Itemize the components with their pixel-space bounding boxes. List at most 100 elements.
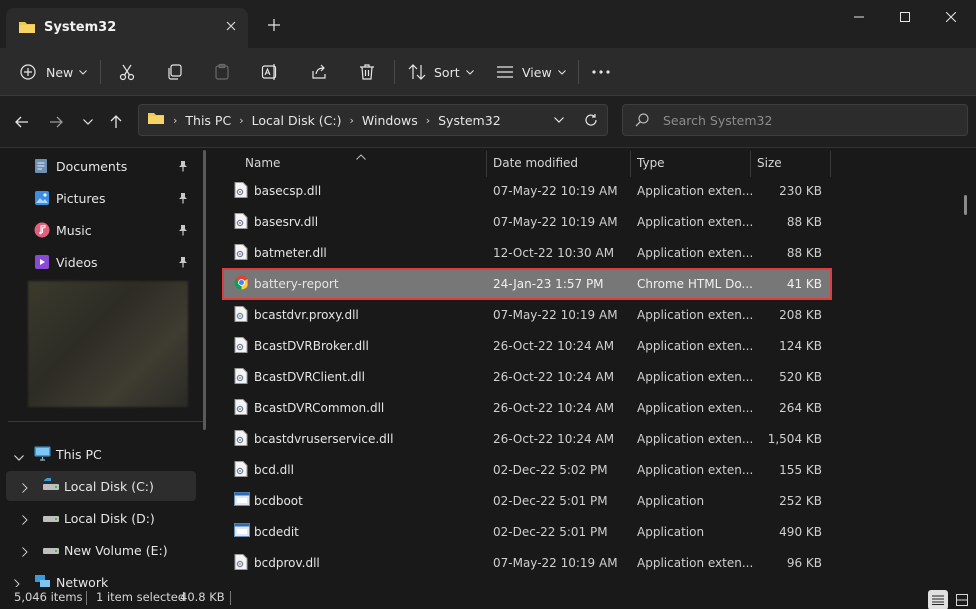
pin-icon[interactable] <box>178 192 188 207</box>
table-row[interactable]: bcdboot 02-Dec-22 5:01 PM Application 252 K… <box>224 485 830 516</box>
file-date-modified: 02-Dec-22 5:01 PM <box>493 525 608 539</box>
breadcrumb-windows[interactable]: Windows <box>362 113 418 128</box>
column-header-type[interactable]: Type <box>637 149 665 177</box>
rename-button[interactable] <box>261 56 279 88</box>
file-size: 88 KB <box>786 246 822 260</box>
chevron-right-icon[interactable]: › <box>239 114 243 127</box>
column-header-size[interactable]: Size <box>757 149 782 177</box>
close-window-icon[interactable] <box>928 0 974 34</box>
chevron-right-icon[interactable] <box>22 545 28 560</box>
sort-button[interactable]: Sort <box>408 56 474 88</box>
more-button[interactable] <box>592 56 610 88</box>
details-view-icon[interactable] <box>928 590 948 609</box>
table-row[interactable]: bcastdvruserservice.dll 26-Oct-22 10:24 A… <box>224 423 830 454</box>
file-name: bcdedit <box>254 525 299 539</box>
sidebar-item-this-pc[interactable]: This PC <box>6 439 196 469</box>
sidebar-item-pictures[interactable]: Pictures <box>6 183 196 213</box>
refresh-icon[interactable] <box>579 109 603 131</box>
plus-icon[interactable] <box>262 13 286 37</box>
forward-arrow-icon[interactable] <box>44 110 68 134</box>
search-icon <box>635 113 649 130</box>
pin-icon[interactable] <box>178 224 188 239</box>
back-arrow-icon[interactable] <box>10 110 34 134</box>
share-button[interactable] <box>310 56 328 88</box>
item-count: 5,046 items <box>14 590 83 604</box>
paste-button[interactable] <box>213 56 231 88</box>
title-bar: System32 <box>0 0 976 48</box>
new-button[interactable]: New <box>20 56 88 88</box>
maximize-icon[interactable] <box>882 0 928 34</box>
file-date-modified: 26-Oct-22 10:24 AM <box>493 432 615 446</box>
file-name: bcastdvr.proxy.dll <box>254 308 359 322</box>
chevron-right-icon[interactable]: › <box>350 114 354 127</box>
file-list: Name Date modified Type Size basecsp.dll… <box>212 149 976 587</box>
chevron-right-icon[interactable] <box>14 577 20 587</box>
table-row[interactable]: bcd.dll 02-Dec-22 5:02 PM Application exte… <box>224 454 830 485</box>
table-row[interactable]: BcastDVRClient.dll 26-Oct-22 10:24 AM Appl… <box>224 361 830 392</box>
tiles-view-icon[interactable] <box>952 590 972 609</box>
chevron-down-icon[interactable] <box>547 109 571 131</box>
pin-icon[interactable] <box>178 256 188 271</box>
view-button[interactable]: View <box>496 56 566 88</box>
sidebar-item-music[interactable]: Music <box>6 215 196 245</box>
chevron-right-icon[interactable]: › <box>426 114 430 127</box>
file-name: battery-report <box>254 277 339 291</box>
column-header-name[interactable]: Name <box>245 149 280 177</box>
sidebar-item-network[interactable]: Network <box>6 567 196 587</box>
search-box[interactable]: Search System32 <box>622 104 968 136</box>
sidebar-item-local-disk-c[interactable]: Local Disk (C:) <box>6 471 196 501</box>
table-row[interactable]: battery-report 24-Jan-23 1:57 PM Chrome HT… <box>224 268 830 299</box>
sidebar-item-documents[interactable]: Documents <box>6 151 196 181</box>
table-row[interactable]: basesrv.dll 07-May-22 10:19 AM Application… <box>224 206 830 237</box>
address-bar[interactable]: › This PC › Local Disk (C:) › Windows › … <box>138 104 608 136</box>
chevron-down-icon[interactable] <box>14 449 24 464</box>
dll-file-icon <box>234 461 248 480</box>
breadcrumb-local-disk-c[interactable]: Local Disk (C:) <box>252 113 342 128</box>
column-header-date-modified[interactable]: Date modified <box>493 149 578 177</box>
up-arrow-icon[interactable] <box>104 110 128 134</box>
sidebar-divider <box>8 421 204 422</box>
pin-icon[interactable] <box>178 160 188 175</box>
sidebar-item-label: Local Disk (C:) <box>64 479 154 494</box>
new-label: New <box>46 64 74 80</box>
cut-button[interactable] <box>118 56 136 88</box>
breadcrumb-system32[interactable]: System32 <box>438 113 501 128</box>
table-row[interactable]: batmeter.dll 12-Oct-22 10:30 AM Applicatio… <box>224 237 830 268</box>
minimize-icon[interactable] <box>836 0 882 34</box>
breadcrumb-this-pc[interactable]: This PC <box>185 113 231 128</box>
file-name: bcdprov.dll <box>254 556 320 570</box>
table-row[interactable]: BcastDVRCommon.dll 26-Oct-22 10:24 AM Appl… <box>224 392 830 423</box>
chevron-right-icon[interactable] <box>22 513 28 528</box>
chevron-right-icon[interactable] <box>22 481 28 496</box>
file-size: 208 KB <box>779 308 822 322</box>
pictures-icon <box>34 190 50 209</box>
table-row[interactable]: bcdedit 02-Dec-22 5:01 PM Application 490 K… <box>224 516 830 547</box>
copy-button[interactable] <box>166 56 184 88</box>
file-date-modified: 07-May-22 10:19 AM <box>493 184 618 198</box>
chevron-down-icon <box>557 69 566 75</box>
table-row[interactable]: basecsp.dll 07-May-22 10:19 AM Application… <box>224 175 830 206</box>
file-date-modified: 26-Oct-22 10:24 AM <box>493 339 615 353</box>
file-size: 88 KB <box>786 215 822 229</box>
search-input[interactable]: Search System32 <box>663 113 772 128</box>
file-date-modified: 24-Jan-23 1:57 PM <box>493 277 604 291</box>
close-icon[interactable] <box>220 15 242 37</box>
recent-chevron-icon[interactable] <box>76 110 100 134</box>
file-date-modified: 02-Dec-22 5:02 PM <box>493 463 608 477</box>
sidebar-item-new-volume-e[interactable]: New Volume (E:) <box>6 535 196 565</box>
sidebar-scrollbar[interactable] <box>203 150 206 430</box>
sidebar-item-label: Network <box>56 575 109 587</box>
table-row[interactable]: bcastdvr.proxy.dll 07-May-22 10:19 AM Appl… <box>224 299 830 330</box>
sidebar-item-local-disk-d[interactable]: Local Disk (D:) <box>6 503 196 533</box>
table-row[interactable]: BcastDVRBroker.dll 26-Oct-22 10:24 AM Appl… <box>224 330 830 361</box>
delete-button[interactable] <box>358 56 376 88</box>
table-row[interactable]: bcdprov.dll 07-May-22 10:19 AM Application… <box>224 547 830 578</box>
folder-icon <box>18 19 36 38</box>
file-size: 96 KB <box>786 556 822 570</box>
file-date-modified: 07-May-22 10:19 AM <box>493 556 618 570</box>
file-list-scrollbar[interactable] <box>964 195 967 215</box>
sidebar-item-label: Videos <box>56 255 98 270</box>
sidebar-item-videos[interactable]: Videos <box>6 247 196 277</box>
tab-system32[interactable]: System32 <box>6 8 248 48</box>
application-icon <box>234 492 250 509</box>
